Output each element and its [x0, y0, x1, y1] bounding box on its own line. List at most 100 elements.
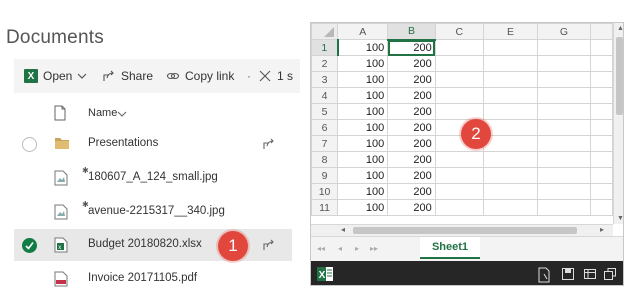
cell[interactable]: 200: [387, 151, 436, 168]
row-header[interactable]: 6: [311, 119, 339, 136]
cell[interactable]: [537, 151, 591, 168]
scroll-left-icon[interactable]: ◂: [341, 225, 345, 234]
cell[interactable]: 100: [337, 151, 389, 168]
list-item[interactable]: ✱ avenue-2215317__340.jpg: [14, 196, 292, 228]
chevron-down-icon[interactable]: [76, 70, 88, 82]
cell[interactable]: [537, 55, 591, 72]
prev-sheet-icon[interactable]: ◂: [338, 244, 342, 253]
cell[interactable]: [589, 135, 614, 152]
next-sheet-icon[interactable]: ▸: [355, 244, 359, 253]
file-name[interactable]: Presentations: [88, 137, 158, 149]
cell[interactable]: [537, 183, 591, 200]
selection-indicator[interactable]: 1 s: [258, 59, 293, 93]
file-name[interactable]: 180607_A_124_small.jpg: [88, 171, 218, 183]
cell[interactable]: [482, 167, 539, 184]
cell[interactable]: 200: [387, 119, 436, 136]
cell[interactable]: 100: [337, 55, 389, 72]
name-column-header[interactable]: Name: [88, 107, 117, 119]
cell[interactable]: [434, 151, 484, 168]
cell[interactable]: [589, 183, 614, 200]
cell[interactable]: [589, 199, 614, 216]
chevron-down-icon[interactable]: [117, 110, 127, 118]
cell[interactable]: [482, 135, 539, 152]
cell[interactable]: 200: [387, 135, 436, 152]
cell[interactable]: [434, 71, 484, 88]
copy-link-button[interactable]: Copy link: [166, 59, 234, 93]
list-item[interactable]: ✱ 180607_A_124_small.jpg: [14, 162, 292, 194]
cell[interactable]: [434, 87, 484, 104]
row-header[interactable]: 11: [311, 199, 339, 216]
cell[interactable]: [537, 167, 591, 184]
cell[interactable]: [482, 39, 539, 56]
column-header[interactable]: A: [337, 23, 389, 40]
row-header[interactable]: 2: [311, 55, 339, 72]
share-icon[interactable]: [262, 137, 276, 151]
cell[interactable]: [589, 103, 614, 120]
cell[interactable]: [589, 39, 614, 56]
cell[interactable]: 200: [387, 55, 436, 72]
document-icon[interactable]: [537, 267, 551, 283]
last-sheet-icon[interactable]: ▸▸: [370, 244, 378, 253]
file-name[interactable]: Budget 20180820.xlsx: [88, 238, 202, 250]
horizontal-scrollbar[interactable]: ◂ ▸: [311, 224, 613, 236]
cell[interactable]: [434, 199, 484, 216]
cell[interactable]: [434, 55, 484, 72]
cell[interactable]: [537, 103, 591, 120]
cell[interactable]: 100: [337, 39, 389, 56]
cell[interactable]: 100: [337, 87, 389, 104]
cell[interactable]: 100: [337, 103, 389, 120]
cell[interactable]: [537, 39, 591, 56]
cell[interactable]: [482, 199, 539, 216]
cell[interactable]: [537, 71, 591, 88]
excel-icon[interactable]: X: [316, 265, 334, 283]
first-sheet-icon[interactable]: ◂◂: [317, 244, 325, 253]
save-icon[interactable]: [561, 267, 575, 281]
cell[interactable]: [482, 71, 539, 88]
row-header[interactable]: 7: [311, 135, 339, 152]
sheet-tab[interactable]: Sheet1: [420, 237, 480, 259]
cell[interactable]: 200: [387, 87, 436, 104]
scroll-thumb[interactable]: [616, 37, 623, 115]
column-header[interactable]: [589, 23, 614, 40]
file-type-icon[interactable]: [54, 105, 66, 121]
cell[interactable]: [482, 183, 539, 200]
cell[interactable]: 200: [387, 103, 436, 120]
column-header[interactable]: C: [434, 23, 484, 40]
cell[interactable]: [537, 135, 591, 152]
vertical-scrollbar[interactable]: ▲ ▼: [613, 23, 623, 224]
cell[interactable]: [589, 167, 614, 184]
cell[interactable]: [434, 167, 484, 184]
cell[interactable]: [482, 103, 539, 120]
cell[interactable]: 200: [387, 167, 436, 184]
cell[interactable]: 100: [337, 135, 389, 152]
column-header[interactable]: E: [482, 23, 539, 40]
cell[interactable]: 100: [337, 71, 389, 88]
cell[interactable]: [482, 55, 539, 72]
cell[interactable]: [589, 87, 614, 104]
cell[interactable]: 200: [387, 199, 436, 216]
scroll-down-icon[interactable]: ▼: [617, 215, 623, 222]
select-all-corner[interactable]: [311, 23, 339, 40]
row-header[interactable]: 8: [311, 151, 339, 168]
cell[interactable]: [589, 151, 614, 168]
list-item[interactable]: Invoice 20171105.pdf: [14, 263, 292, 295]
cell[interactable]: [482, 151, 539, 168]
scroll-up-icon[interactable]: ▲: [617, 25, 623, 32]
cell[interactable]: [482, 87, 539, 104]
cell[interactable]: 200: [387, 71, 436, 88]
file-name[interactable]: avenue-2215317__340.jpg: [88, 205, 225, 217]
cell[interactable]: [589, 119, 614, 136]
page-layout-icon[interactable]: [583, 267, 597, 281]
cell[interactable]: [589, 71, 614, 88]
cell[interactable]: [482, 119, 539, 136]
cell[interactable]: [537, 119, 591, 136]
file-name[interactable]: Invoice 20171105.pdf: [88, 272, 197, 284]
row-header[interactable]: 9: [311, 167, 339, 184]
row-checkbox-checked[interactable]: [22, 238, 37, 253]
cell[interactable]: 100: [337, 119, 389, 136]
cell[interactable]: 100: [337, 183, 389, 200]
open-button[interactable]: X Open: [24, 59, 88, 93]
cell[interactable]: [434, 103, 484, 120]
row-header[interactable]: 4: [311, 87, 339, 104]
active-cell[interactable]: 200: [387, 39, 436, 56]
